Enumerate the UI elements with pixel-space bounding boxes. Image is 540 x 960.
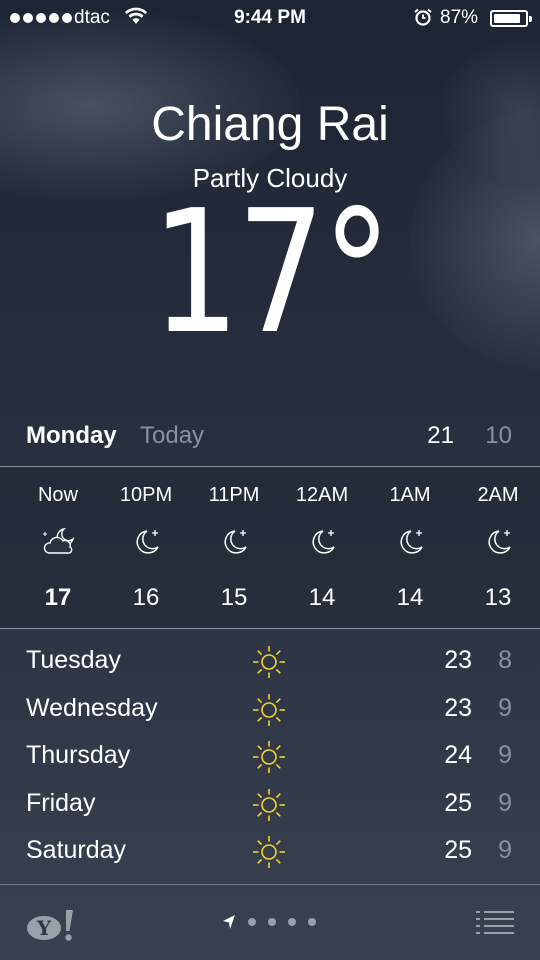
battery-fill: [494, 14, 521, 23]
daily-high-temp: 23: [444, 646, 472, 674]
hourly-time: Now: [37, 484, 78, 506]
clear-night-icon: [216, 526, 252, 558]
today-high-temp: 21: [427, 422, 454, 449]
hourly-temp: 13: [484, 584, 512, 611]
hourly-temp: 14: [396, 584, 424, 611]
daily-high-temp: 24: [444, 741, 472, 769]
status-bar: dtac 9:44 PM 87%: [0, 0, 540, 36]
alarm-icon: [414, 8, 432, 26]
svg-text:Y: Y: [36, 916, 52, 940]
hourly-temp: 14: [308, 584, 336, 611]
daily-day-name: Wednesday: [26, 693, 158, 722]
daily-forecast-row: Saturday 25 9: [0, 828, 540, 875]
today-low-temp: 10: [485, 422, 512, 449]
hourly-item: 10PM 16: [102, 468, 190, 628]
bottom-toolbar: Y: [0, 886, 540, 960]
sun-icon: [251, 644, 287, 680]
hourly-time: 1AM: [389, 484, 431, 506]
daily-forecast-row: Tuesday 23 8: [0, 638, 540, 685]
location-arrow-icon: [223, 915, 235, 929]
hourly-temp: 16: [132, 584, 160, 611]
daily-day-name: Tuesday: [26, 646, 121, 674]
sun-icon: [251, 834, 287, 870]
today-summary-row: Monday Today 21 10: [0, 420, 540, 460]
daily-forecast-row: Friday 25 9: [0, 781, 540, 828]
sun-icon: [251, 787, 287, 823]
sun-icon: [251, 692, 287, 728]
battery-percentage: 87%: [440, 7, 479, 28]
daily-day-name: Thursday: [26, 741, 131, 769]
page-dot[interactable]: [248, 918, 256, 926]
divider: [0, 466, 540, 467]
daily-low-temp: 9: [498, 693, 512, 722]
clear-night-icon: [304, 526, 340, 558]
current-temperature-value: 17: [151, 174, 325, 372]
daily-low-temp: 8: [498, 646, 512, 674]
hourly-time: 2AM: [477, 484, 519, 506]
divider: [0, 628, 540, 629]
daily-high-temp: 25: [444, 788, 472, 817]
hourly-item: 12AM 14: [278, 468, 366, 628]
hourly-forecast-strip[interactable]: Now 17 10PM 16 11PM 15 12AM 14 1AM 14 2AM 13: [0, 468, 540, 628]
hourly-temp: 17: [44, 584, 72, 611]
hourly-time: 11PM: [208, 484, 260, 506]
current-temperature: 17°: [49, 188, 492, 358]
yahoo-logo-icon[interactable]: Y: [26, 908, 76, 942]
clear-night-icon: [392, 526, 428, 558]
today-label: Today: [140, 422, 205, 449]
partly-cloudy-night-icon: [40, 526, 76, 558]
daily-low-temp: 9: [498, 741, 512, 769]
daily-high-temp: 25: [444, 836, 472, 864]
daily-forecast-row: Wednesday 23 9: [0, 686, 540, 733]
daily-low-temp: 9: [498, 836, 512, 864]
hourly-temp: 15: [220, 584, 248, 611]
hourly-time: 12AM: [295, 484, 349, 506]
hourly-time: 10PM: [119, 484, 173, 506]
hourly-item: 2AM 13: [454, 468, 540, 628]
daily-day-name: Saturday: [26, 836, 127, 864]
list-icon[interactable]: [476, 910, 514, 936]
today-day-name: Monday: [26, 422, 117, 449]
daily-day-name: Friday: [26, 788, 96, 817]
clear-night-icon: [128, 526, 164, 558]
divider: [0, 884, 540, 885]
page-dot[interactable]: [288, 918, 296, 926]
page-dot[interactable]: [268, 918, 276, 926]
clear-night-icon: [480, 526, 516, 558]
sun-icon: [251, 739, 287, 775]
daily-forecast-row: Thursday 24 9: [0, 733, 540, 780]
hourly-item: Now 17: [14, 468, 102, 628]
page-dot[interactable]: [308, 918, 316, 926]
city-name: Chiang Rai: [151, 98, 389, 151]
degree-symbol: °: [322, 174, 392, 372]
page-indicator[interactable]: [222, 914, 316, 930]
battery-icon: [490, 10, 532, 27]
daily-high-temp: 23: [444, 693, 472, 722]
hourly-item: 11PM 15: [190, 468, 278, 628]
daily-low-temp: 9: [498, 788, 512, 817]
hourly-item: 1AM 14: [366, 468, 454, 628]
